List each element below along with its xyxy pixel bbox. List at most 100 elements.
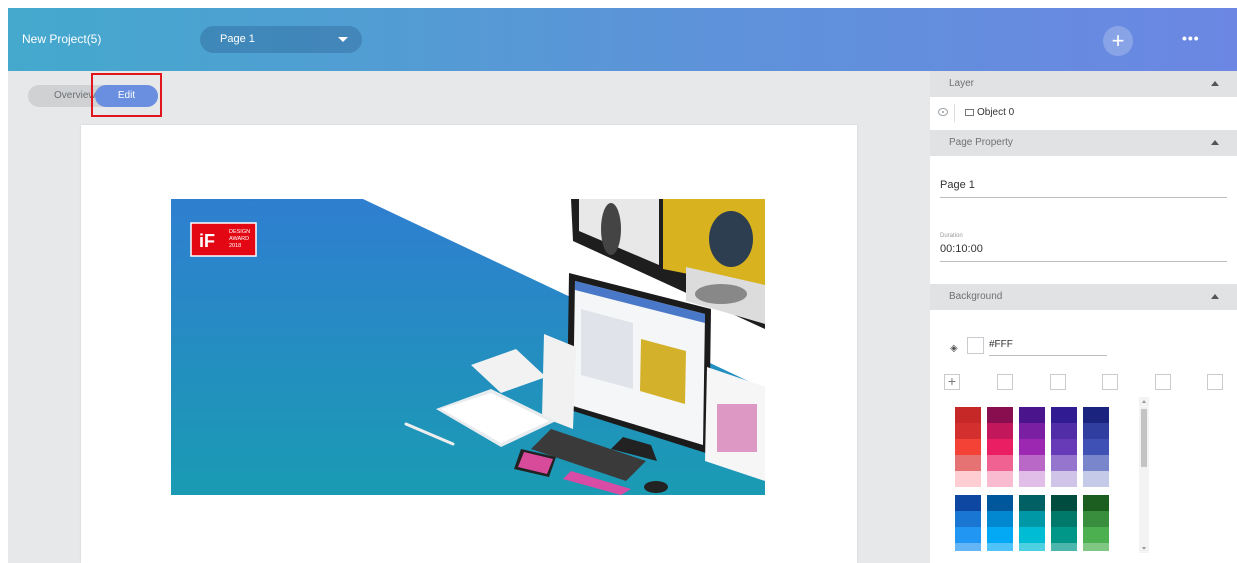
layer-divider	[954, 104, 955, 122]
palette-color-swatch[interactable]	[955, 439, 981, 455]
page-name-field[interactable]: Page 1	[940, 179, 1227, 198]
palette-color-swatch[interactable]	[1019, 471, 1045, 487]
palette-color-swatch[interactable]	[987, 423, 1013, 439]
palette-color-swatch[interactable]	[1019, 407, 1045, 423]
background-color-swatch[interactable]	[967, 337, 984, 354]
banner-image[interactable]: iF DESIGN AWARD 2018	[171, 199, 765, 495]
duration-value: 00:10:00	[940, 243, 983, 255]
palette-color-swatch[interactable]	[955, 455, 981, 471]
recent-colors: +	[944, 374, 1224, 392]
palette-color-swatch[interactable]	[987, 439, 1013, 455]
palette-color-swatch[interactable]	[1019, 423, 1045, 439]
highlight-box	[91, 73, 162, 117]
palette-color-swatch[interactable]	[955, 471, 981, 487]
palette-color-swatch[interactable]	[1019, 495, 1045, 511]
scroll-down-icon[interactable]	[1142, 547, 1146, 550]
floating-card	[542, 334, 576, 429]
page-select-dropdown[interactable]: Page 1	[200, 26, 362, 53]
recent-color-slot[interactable]	[1155, 374, 1171, 390]
canvas-page[interactable]: iF DESIGN AWARD 2018	[81, 125, 857, 563]
background-color-input[interactable]: #FFF	[989, 339, 1107, 356]
palette-color-swatch[interactable]	[1083, 471, 1109, 487]
page-property-section-header[interactable]: Page Property	[930, 130, 1237, 156]
palette-color-swatch[interactable]	[987, 407, 1013, 423]
palette-color-swatch[interactable]	[955, 511, 981, 527]
palette-color-swatch[interactable]	[955, 495, 981, 511]
more-options-button[interactable]: •••	[1182, 30, 1200, 46]
layer-item-name: Object 0	[965, 107, 1014, 118]
palette-color-swatch[interactable]	[1019, 439, 1045, 455]
color-palette	[955, 407, 1115, 551]
palette-color-swatch[interactable]	[1019, 527, 1045, 543]
palette-column	[987, 407, 1013, 487]
duration-field[interactable]: 00:10:00	[940, 243, 1227, 262]
palette-color-swatch[interactable]	[987, 495, 1013, 511]
palette-color-swatch[interactable]	[987, 543, 1013, 551]
add-button[interactable]: +	[1103, 26, 1133, 56]
palette-color-swatch[interactable]	[1083, 511, 1109, 527]
chevron-up-icon[interactable]	[1211, 140, 1219, 145]
layer-item[interactable]: Object 0	[930, 97, 1237, 129]
background-section-title: Background	[949, 291, 1003, 302]
palette-color-swatch[interactable]	[955, 407, 981, 423]
page-property-title: Page Property	[949, 137, 1013, 148]
palette-column	[955, 407, 981, 487]
svg-text:iF: iF	[199, 231, 215, 251]
palette-color-swatch[interactable]	[1083, 423, 1109, 439]
palette-color-swatch[interactable]	[1083, 407, 1109, 423]
canvas-area: Overview Edit iF DESIGN AWARD 2018	[8, 71, 930, 563]
palette-column	[1051, 407, 1077, 487]
palette-color-swatch[interactable]	[987, 511, 1013, 527]
palette-color-swatch[interactable]	[1019, 511, 1045, 527]
palette-color-swatch[interactable]	[1051, 543, 1077, 551]
palette-color-swatch[interactable]	[1083, 455, 1109, 471]
recent-color-slot[interactable]	[1102, 374, 1118, 390]
palette-color-swatch[interactable]	[1051, 495, 1077, 511]
palette-color-swatch[interactable]	[1051, 511, 1077, 527]
eye-icon[interactable]	[938, 108, 948, 116]
palette-scrollbar[interactable]	[1139, 397, 1149, 553]
scrollbar-thumb[interactable]	[1141, 409, 1147, 467]
top-bar: New Project(5) Page 1 + •••	[8, 8, 1237, 71]
palette-color-swatch[interactable]	[1051, 455, 1077, 471]
palette-color-swatch[interactable]	[1083, 495, 1109, 511]
add-color-button[interactable]: +	[944, 374, 960, 390]
mouse	[644, 481, 668, 493]
palette-color-swatch[interactable]	[955, 527, 981, 543]
project-title: New Project(5)	[22, 32, 102, 46]
svg-text:DESIGN: DESIGN	[229, 229, 250, 235]
palette-color-swatch[interactable]	[1051, 439, 1077, 455]
palette-color-swatch[interactable]	[1083, 527, 1109, 543]
overview-tab[interactable]: Overview	[54, 90, 96, 101]
layer-section-header[interactable]: Layer	[930, 71, 1237, 97]
property-panel: Layer Object 0 Page Property Page 1 Dura…	[930, 71, 1237, 563]
page-select-value: Page 1	[220, 33, 255, 45]
palette-column	[1083, 407, 1109, 487]
palette-color-swatch[interactable]	[1051, 527, 1077, 543]
palette-column	[1019, 407, 1045, 487]
palette-color-swatch[interactable]	[987, 455, 1013, 471]
palette-column	[955, 495, 981, 551]
palette-color-swatch[interactable]	[1019, 543, 1045, 551]
palette-color-swatch[interactable]	[955, 423, 981, 439]
background-section-header[interactable]: Background	[930, 284, 1237, 310]
palette-color-swatch[interactable]	[987, 471, 1013, 487]
scroll-up-icon[interactable]	[1142, 400, 1146, 403]
palette-color-swatch[interactable]	[1051, 407, 1077, 423]
palette-color-swatch[interactable]	[1051, 423, 1077, 439]
paint-bucket-icon: ◈	[950, 343, 958, 354]
recent-color-slot[interactable]	[1050, 374, 1066, 390]
palette-color-swatch[interactable]	[1083, 439, 1109, 455]
palette-color-swatch[interactable]	[1083, 543, 1109, 551]
chevron-up-icon[interactable]	[1211, 294, 1219, 299]
palette-column	[1083, 495, 1109, 551]
palette-column	[1019, 495, 1045, 551]
palette-color-swatch[interactable]	[1019, 455, 1045, 471]
recent-color-slot[interactable]	[1207, 374, 1223, 390]
recent-color-slot[interactable]	[997, 374, 1013, 390]
palette-color-swatch[interactable]	[1051, 471, 1077, 487]
palette-column	[1051, 495, 1077, 551]
palette-color-swatch[interactable]	[955, 543, 981, 551]
palette-color-swatch[interactable]	[987, 527, 1013, 543]
chevron-up-icon[interactable]	[1211, 81, 1219, 86]
